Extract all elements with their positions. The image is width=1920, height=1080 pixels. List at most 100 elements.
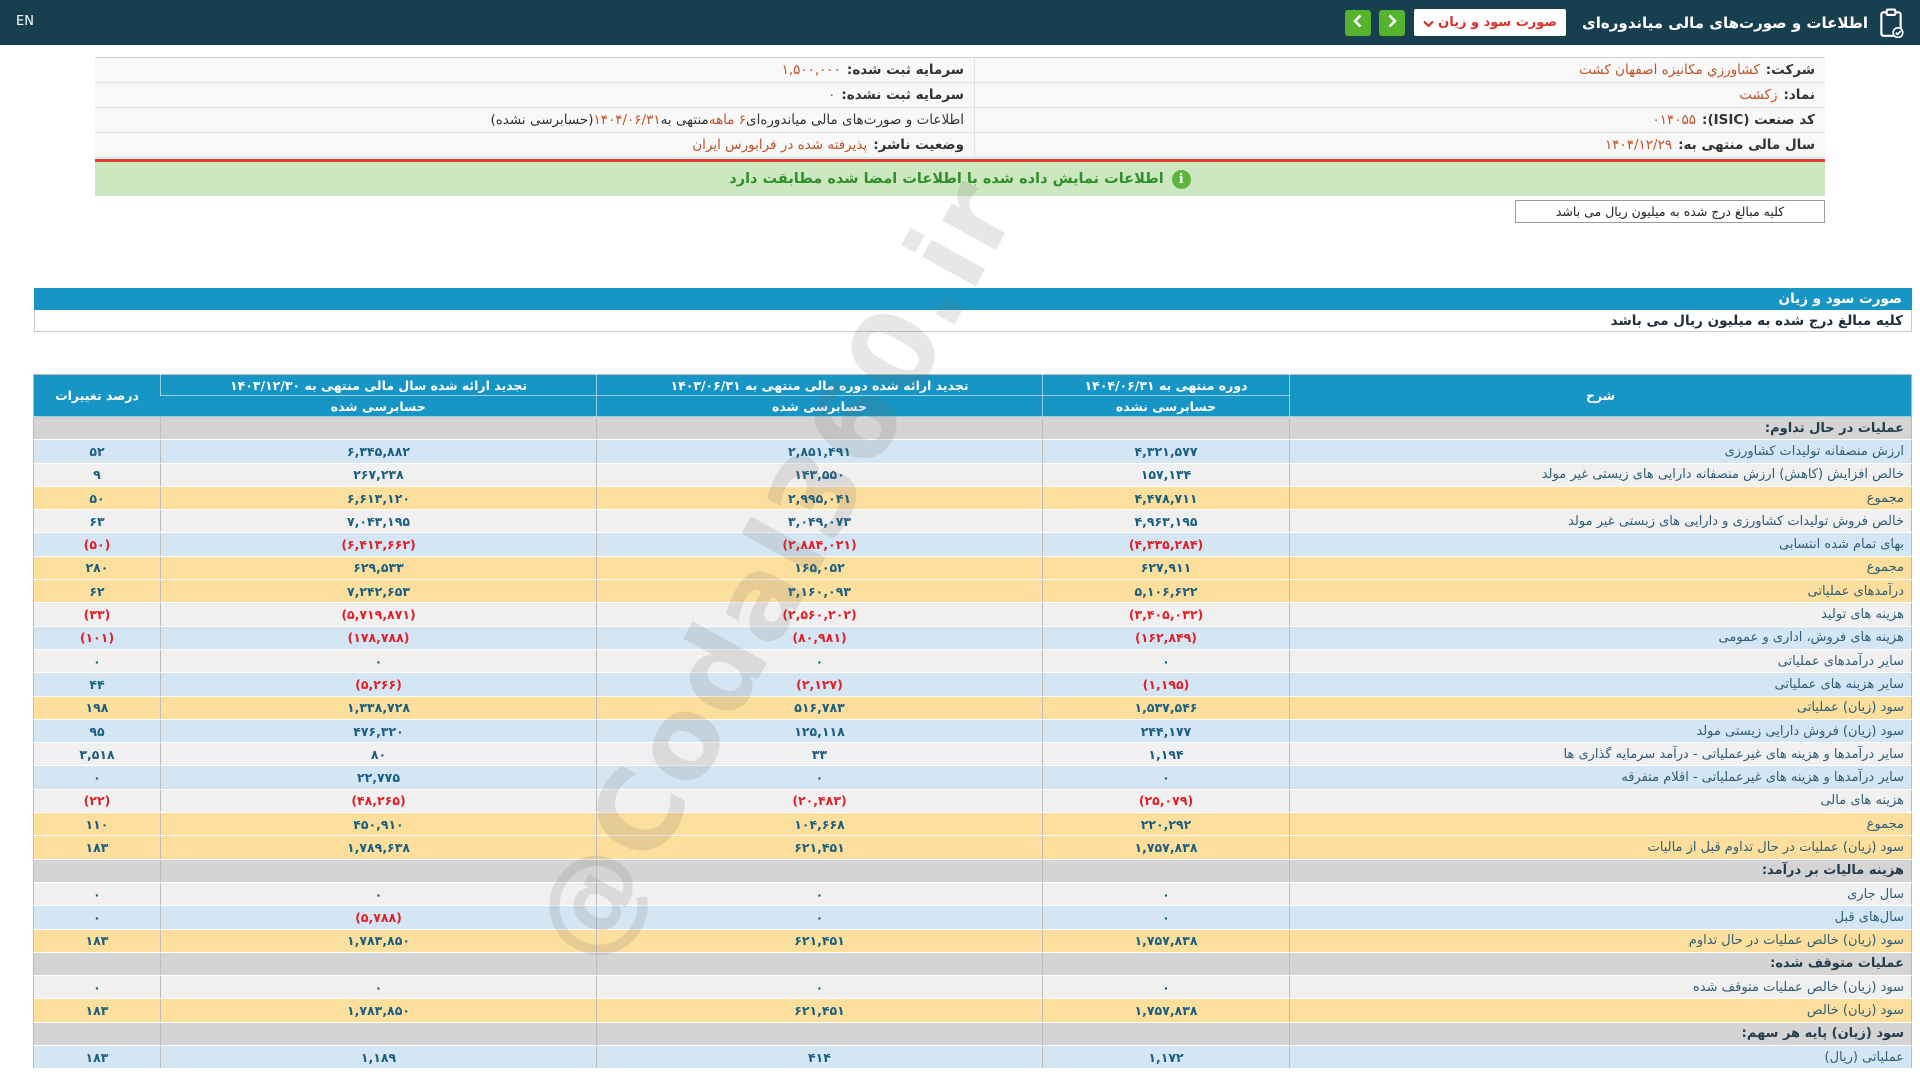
field-value: ۰ — [828, 87, 836, 103]
row-label: سود (زیان) خالص — [1289, 998, 1912, 1023]
row-percent: (۱۰۱) — [33, 626, 161, 650]
row-percent: ۱۹۸ — [33, 696, 161, 720]
row-percent: ۰ — [33, 882, 161, 907]
info-row: سال مالی منتهی به: ۱۴۰۴/۱۲/۲۹ وضعیت ناشر… — [95, 133, 1825, 158]
row-value: ۴,۴۷۸,۷۱۱ — [1042, 486, 1290, 511]
row-label: عملیات در حال تداوم: — [1289, 416, 1912, 441]
row-percent: ۱۸۳ — [33, 835, 161, 860]
row-value: ۰ — [160, 882, 597, 907]
row-value: ۶۲۹,۵۳۳ — [160, 556, 597, 581]
row-value: ۸۰ — [160, 742, 597, 767]
row-value: ۴۵۰,۹۱۰ — [160, 812, 597, 837]
row-value: (۶,۴۱۳,۶۶۲) — [160, 532, 597, 557]
statement-table-wrap: شرح دوره منتهی به ۱۴۰۴/۰۶/۳۱ تجدید ارائه… — [33, 374, 1912, 1070]
row-label: مجموع — [1289, 812, 1912, 837]
row-value — [160, 952, 597, 977]
table-row: سود (زیان) فروش دارایی زیستی مولد ۲۴۴,۱۷۷… — [33, 719, 1912, 744]
row-value: ۰ — [596, 975, 1043, 1000]
row-label: سایر درآمدها و هزینه های غیرعملیاتی - اق… — [1289, 765, 1912, 790]
row-percent: (۳۳) — [33, 602, 161, 627]
row-percent: ۳,۵۱۸ — [33, 742, 161, 767]
row-value: ۱,۷۵۷,۸۳۸ — [1042, 929, 1290, 953]
row-percent: ۵۲ — [33, 439, 161, 464]
table-row: سود (زیان) خالص ۱,۷۵۷,۸۳۸ ۶۲۱,۴۵۱ ۱,۷۸۳,۸۵۰… — [33, 998, 1912, 1023]
row-value — [160, 859, 597, 883]
table-row: سال‌های قبل ۰ ۰ (۵,۷۸۸) ۰ — [33, 905, 1912, 930]
row-label: سایر درآمدهای عملیاتی — [1289, 649, 1912, 674]
symbol-field: نماد: زکشت — [975, 83, 1825, 107]
info-row: نماد: زکشت سرمایه ثبت نشده: ۰ — [95, 83, 1825, 108]
row-value: (۲,۱۲۷) — [596, 672, 1043, 697]
section-row: عملیات در حال تداوم: — [33, 416, 1912, 441]
unregistered-capital-field: سرمایه ثبت نشده: ۰ — [95, 83, 975, 107]
row-percent: ۰ — [33, 975, 161, 1000]
period-length: ۶ ماهه — [708, 112, 747, 128]
row-percent: ۱۸۳ — [33, 929, 161, 953]
row-label: هزینه مالیات بر درآمد: — [1289, 859, 1912, 883]
row-value: ۶,۶۱۳,۱۲۰ — [160, 486, 597, 511]
prev-statement-button[interactable] — [1345, 9, 1372, 36]
company-field: شرکت: کشاورزي مکانیزه اصفهان کشت — [975, 58, 1825, 82]
publisher-status-field: وضعیت ناشر: پذیرفته شده در فرابورس ایران — [95, 133, 975, 157]
language-toggle-en[interactable]: EN — [16, 14, 34, 29]
table-row: سایر هزینه های عملیاتی (۱,۱۹۵) (۲,۱۲۷) (۵,۲… — [33, 672, 1912, 697]
signature-match-banner: i اطلاعات نمایش داده شده با اطلاعات امضا… — [95, 162, 1825, 196]
statement-table: شرح دوره منتهی به ۱۴۰۴/۰۶/۳۱ تجدید ارائه… — [33, 374, 1912, 1070]
row-label: سود (زیان) پایه هر سهم: — [1289, 1022, 1912, 1047]
row-value: ۳۳ — [596, 742, 1043, 767]
statement-select[interactable]: صورت سود و زیان — [1414, 9, 1567, 36]
table-row: سود (زیان) خالص عملیات در حال تداوم ۱,۷۵۷… — [33, 929, 1912, 953]
section-row: سود (زیان) پایه هر سهم: — [33, 1022, 1912, 1047]
row-value: ۱,۷۵۷,۸۳۸ — [1042, 835, 1290, 860]
row-value: (۲۵,۰۷۹) — [1042, 789, 1290, 814]
table-row: هزینه های فروش، اداری و عمومی (۱۶۲,۸۴۹) (۸… — [33, 626, 1912, 650]
row-value: ۷,۲۴۲,۶۵۳ — [160, 579, 597, 604]
row-value: ۰ — [596, 649, 1043, 674]
row-value: ۱,۵۳۷,۵۴۶ — [1042, 696, 1290, 720]
chevron-left-icon — [1353, 14, 1363, 31]
row-value: (۱۷۸,۷۸۸) — [160, 626, 597, 650]
row-value: ۱,۱۷۲ — [1042, 1045, 1290, 1070]
row-value: ۱,۷۸۹,۶۳۸ — [160, 835, 597, 860]
row-value: ۰ — [1042, 649, 1290, 674]
row-value: (۳,۴۰۵,۰۳۲) — [1042, 602, 1290, 627]
header-percent-change: درصد تغییرات — [33, 374, 161, 417]
row-percent: ۲۸۰ — [33, 556, 161, 581]
row-value: ۱,۱۸۹ — [160, 1045, 597, 1070]
row-percent: ۰ — [33, 905, 161, 930]
row-value: ۲,۹۹۵,۰۴۱ — [596, 486, 1043, 511]
field-label: شرکت: — [1765, 62, 1815, 78]
row-value: (۲,۵۶۰,۲۰۲) — [596, 602, 1043, 627]
period-end-date: ۱۴۰۴/۰۶/۳۱ — [593, 112, 661, 128]
row-value: ۲۶۷,۲۳۸ — [160, 463, 597, 487]
row-percent — [33, 952, 161, 977]
page: اطلاعات و صورت‌های مالی میاندوره‌ای صورت… — [0, 0, 1920, 1080]
statement-select-value: صورت سود و زیان — [1438, 15, 1558, 30]
field-label: سال مالی منتهی به: — [1678, 137, 1815, 153]
row-value — [1042, 1022, 1290, 1047]
row-value — [596, 952, 1043, 977]
row-label: درآمدهای عملیاتی — [1289, 579, 1912, 604]
top-bar: اطلاعات و صورت‌های مالی میاندوره‌ای صورت… — [0, 0, 1920, 45]
row-value: ۵۱۶,۷۸۳ — [596, 696, 1043, 720]
header-audit-status: حسابرسی شده — [596, 395, 1043, 417]
row-value: ۰ — [160, 975, 597, 1000]
row-percent: ۶۲ — [33, 579, 161, 604]
row-value: ۰ — [1042, 882, 1290, 907]
row-value: (۵,۷۱۹,۸۷۱) — [160, 602, 597, 627]
units-note-box: کلیه مبالغ درج شده به میلیون ریال می باش… — [1515, 200, 1825, 223]
clipboard-icon — [1878, 8, 1904, 38]
row-value — [596, 1022, 1043, 1047]
row-value: (۴۸,۲۶۵) — [160, 789, 597, 814]
header-audit-status: حسابرسی شده — [160, 395, 597, 417]
audit-status: (حسابرسی نشده) — [490, 112, 594, 128]
row-value: ۱,۳۳۸,۷۲۸ — [160, 696, 597, 720]
row-value: (۱۶۲,۸۴۹) — [1042, 626, 1290, 650]
table-row: بهای تمام شده انتسابی (۴,۳۳۵,۲۸۴) (۲,۸۸۴,۰… — [33, 532, 1912, 557]
next-statement-button[interactable] — [1379, 9, 1406, 36]
row-label: عملیاتی (ریال) — [1289, 1045, 1912, 1070]
header-period-prior: تجدید ارائه شده دوره مالی منتهی به ۱۴۰۳/… — [596, 374, 1043, 396]
table-row: مجموع ۶۲۷,۹۱۱ ۱۶۵,۰۵۲ ۶۲۹,۵۳۳ ۲۸۰ — [33, 556, 1912, 581]
field-label: سرمایه ثبت نشده: — [841, 87, 964, 103]
row-value: ۴۱۴ — [596, 1045, 1043, 1070]
